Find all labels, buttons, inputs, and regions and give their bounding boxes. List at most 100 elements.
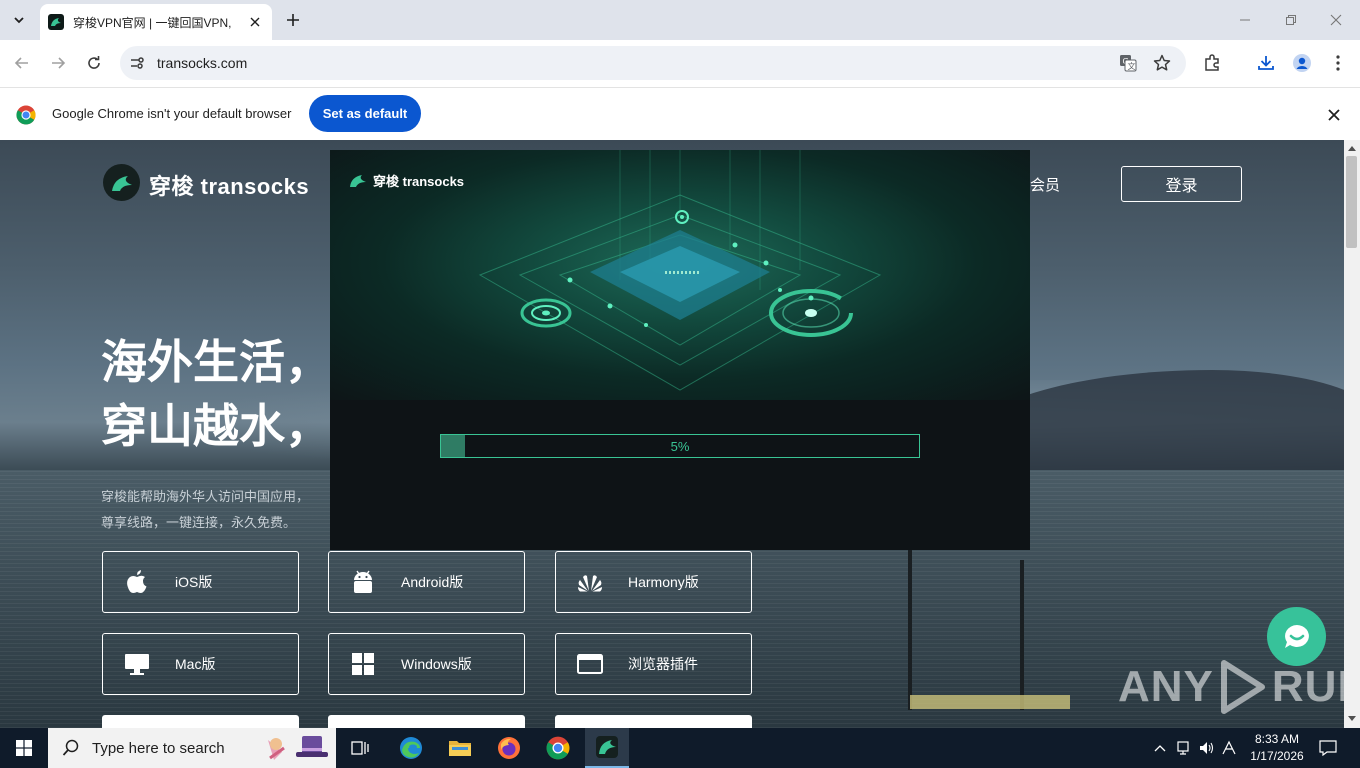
chrome-logo-icon [16, 105, 36, 125]
edge-taskbar-button[interactable] [389, 728, 433, 768]
chrome-icon [546, 736, 570, 760]
site-logo-icon[interactable] [103, 164, 140, 201]
plus-icon [287, 14, 299, 26]
scrollbar-thumb[interactable] [1346, 156, 1357, 248]
site-brand[interactable]: 穿梭 transocks [149, 169, 309, 201]
reload-icon [88, 56, 100, 69]
bookmark-star-icon[interactable] [1152, 53, 1172, 73]
taskbar-search[interactable]: Type here to search [48, 728, 336, 768]
more-vert-icon [1336, 55, 1340, 71]
site-info-icon[interactable] [128, 54, 146, 72]
clock-time: 8:33 AM [1254, 732, 1300, 746]
download-ios-button[interactable]: iOS版 [102, 551, 299, 613]
download-mac-button[interactable]: Mac版 [102, 633, 299, 695]
close-window-button[interactable] [1326, 10, 1346, 30]
restore-icon [1286, 15, 1296, 25]
anyrun-watermark: ANY RUN [1118, 658, 1344, 716]
boat-mast [908, 550, 912, 710]
apple-icon [123, 568, 151, 596]
hero-description-line1: 穿梭能帮助海外华人访问中国应用， [101, 489, 310, 504]
tab-search-button[interactable] [7, 8, 31, 32]
reload-button[interactable] [82, 51, 106, 75]
download-harmony-button[interactable]: Harmony版 [555, 551, 752, 613]
edge-icon [400, 737, 422, 759]
downloads-button[interactable] [1254, 51, 1278, 75]
download-android-button[interactable]: Android版 [328, 551, 525, 613]
windows-taskbar: Type here to search 8:33 AM 1/17/2026 [0, 728, 1360, 768]
download-extension-button[interactable]: 浏览器插件 [555, 633, 752, 695]
arrow-right-icon [52, 57, 66, 69]
windows-icon [349, 650, 377, 678]
task-view-icon [351, 741, 369, 755]
huawei-icon [576, 568, 604, 596]
download-more-button[interactable] [328, 715, 525, 728]
download-more-button[interactable] [555, 715, 752, 728]
task-view-button[interactable] [338, 728, 382, 768]
transocks-favicon-icon [48, 14, 64, 30]
puzzle-icon [1205, 54, 1219, 71]
hero-title-line2: 穿山越水， [101, 400, 331, 452]
chrome-taskbar-button[interactable] [536, 728, 580, 768]
progress-label: 5% [670, 438, 690, 454]
download-android-label: Android版 [401, 574, 464, 590]
avatar-icon [1293, 54, 1311, 72]
restore-button[interactable] [1281, 10, 1301, 30]
firefox-icon [498, 737, 520, 759]
browser-icon [576, 650, 604, 678]
transocks-taskbar-button[interactable] [585, 728, 629, 768]
transocks-logo-icon [350, 174, 366, 187]
forward-button[interactable] [46, 51, 70, 75]
browser-toolbar: transocks.com G文 [0, 40, 1360, 87]
transocks-app-icon [596, 736, 618, 758]
extensions-button[interactable] [1200, 51, 1224, 75]
start-button[interactable] [0, 728, 48, 768]
nav-member-link[interactable]: 会员 [1030, 174, 1060, 195]
set-as-default-button[interactable]: Set as default [309, 95, 421, 132]
notification-center-icon[interactable] [1318, 738, 1338, 758]
browser-tab[interactable]: 穿梭VPN官网 | 一键回国VPN, [40, 4, 272, 40]
chat-icon [1284, 624, 1309, 648]
chevron-down-icon [14, 17, 24, 24]
search-icon [62, 739, 79, 756]
close-icon [1330, 14, 1342, 26]
tab-title: 穿梭VPN官网 | 一键回国VPN, [73, 15, 232, 30]
download-windows-label: Windows版 [401, 656, 472, 672]
infobar-message: Google Chrome isn't your default browser [52, 106, 292, 121]
installer-logo: 穿梭 transocks [349, 171, 464, 190]
search-highlight-illustration-icon [268, 736, 328, 760]
download-ios-label: iOS版 [175, 574, 213, 590]
minimize-button[interactable] [1235, 10, 1255, 30]
android-icon [349, 568, 377, 596]
network-icon[interactable] [1173, 738, 1193, 758]
translate-icon[interactable]: G文 [1118, 53, 1138, 73]
scroll-up-icon[interactable] [1346, 143, 1358, 153]
chrome-menu-button[interactable] [1326, 51, 1350, 75]
install-progress-bar: 5% [440, 434, 920, 458]
default-browser-infobar: Google Chrome isn't your default browser… [0, 87, 1360, 140]
tray-overflow-icon[interactable] [1150, 738, 1170, 758]
infobar-close-icon[interactable] [1324, 105, 1344, 125]
url-text[interactable]: transocks.com [157, 55, 247, 71]
clock-date: 1/17/2026 [1250, 749, 1304, 763]
taskbar-clock[interactable]: 8:33 AM 1/17/2026 [1242, 731, 1312, 765]
back-button[interactable] [10, 51, 34, 75]
play-icon [1220, 660, 1265, 714]
file-explorer-taskbar-button[interactable] [438, 728, 482, 768]
download-mac-label: Mac版 [175, 656, 216, 672]
download-more-button[interactable] [102, 715, 299, 728]
tab-close-icon[interactable] [246, 13, 264, 31]
login-button[interactable]: 登录 [1121, 166, 1242, 202]
monitor-icon [123, 650, 151, 678]
scroll-down-icon[interactable] [1346, 714, 1358, 724]
address-bar[interactable]: transocks.com G文 [120, 46, 1186, 80]
input-method-icon[interactable] [1219, 738, 1239, 758]
tab-strip: 穿梭VPN官网 | 一键回国VPN, [0, 0, 1360, 40]
new-tab-button[interactable] [282, 9, 304, 31]
profile-button[interactable] [1290, 51, 1314, 75]
minimize-icon [1240, 19, 1250, 21]
volume-icon[interactable] [1196, 738, 1216, 758]
download-windows-button[interactable]: Windows版 [328, 633, 525, 695]
firefox-taskbar-button[interactable] [487, 728, 531, 768]
download-icon [1258, 56, 1274, 70]
installer-logo-text: 穿梭 transocks [373, 174, 465, 189]
